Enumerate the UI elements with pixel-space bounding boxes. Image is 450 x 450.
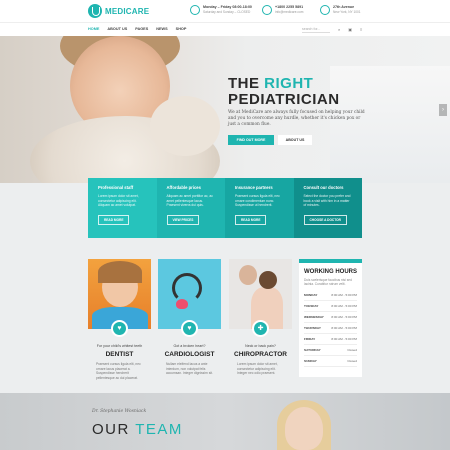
dentist-photo [88, 259, 151, 329]
location-icon [320, 5, 330, 15]
hours-day: FRIDAY [304, 336, 316, 341]
team-title-part1: OUR [92, 421, 136, 438]
feature-text: Select the doctor you prefer and book a … [303, 194, 351, 207]
hero-title-line2: PEDIATRICIAN [228, 91, 340, 108]
feature-title: Professional staff [98, 185, 134, 190]
hours-row: THURSDAY 8:00 AM - 5:00 PM [304, 323, 357, 334]
logo-icon [88, 4, 102, 18]
card-description: Praesent cursus ligula elit, nec ornare … [96, 362, 141, 380]
feature-text: Aliquam ac amet porttitor ac, ac amet pe… [166, 194, 213, 207]
phone-contact: +1800 2255 5891 info@medicare.com [262, 5, 303, 15]
hero-slider [0, 36, 450, 183]
hours-row: SUNDAY Closed [304, 356, 357, 367]
hours-row: SATURDAY Closed [304, 345, 357, 356]
working-hours-title: WORKING HOURS [304, 269, 357, 275]
hero-title-part1: THE [228, 75, 265, 92]
hours-day: TUESDAY [304, 303, 319, 308]
team-title-highlight: TEAM [135, 421, 183, 438]
card-title: DENTIST [105, 351, 134, 358]
nav-item-news[interactable]: NEWS [156, 27, 167, 31]
hours-day: SATURDAY [304, 347, 321, 352]
card-title: CHIROPRACTOR [234, 351, 287, 358]
service-card-chiropractor[interactable]: ✚ Neck or back pain? CHIROPRACTOR Lorem … [229, 259, 292, 375]
feature-insurance-partners: Insurance partners Praesent cursus ligul… [225, 178, 294, 238]
search-icon[interactable]: ⌕ [338, 27, 340, 32]
card-subtitle: For your child's whitest teeth [96, 344, 143, 348]
hours-row: WEDNESDAY 8:00 AM - 5:00 PM [304, 312, 357, 323]
card-description: Lorem ipsum dolor sit amet, consectetur … [237, 362, 278, 375]
logo[interactable]: MEDICARE [88, 4, 149, 18]
feature-title: Consult our doctors [303, 185, 344, 190]
logo-text: MEDICARE [105, 6, 150, 16]
clock-icon [190, 5, 200, 15]
feature-title: Affordable prices [166, 185, 201, 190]
working-hours-description: Duis scelerisque faucibus nisi sed lacin… [304, 278, 352, 287]
hours-row: MONDAY 8:00 AM - 5:00 PM [304, 290, 357, 301]
phone-icon [262, 5, 272, 15]
card-subtitle: Neck or back pain? [245, 344, 276, 348]
cardiologist-photo [158, 259, 221, 329]
address-line2: New York, NY 1001 [333, 10, 361, 14]
hours-time: 8:00 AM - 5:00 PM [331, 325, 357, 330]
nav-item-pages[interactable]: PAGES [135, 27, 148, 31]
hero-description: We at MediCare are always fully focused … [228, 110, 365, 127]
slider-next-arrow-icon[interactable]: › [439, 104, 447, 116]
service-card-dentist[interactable]: ♥ For your child's whitest teeth DENTIST… [88, 259, 151, 380]
about-us-button[interactable]: ABOUT US [278, 135, 312, 145]
hours-time: 8:00 AM - 5:00 PM [331, 292, 357, 297]
working-hours-widget: WORKING HOURS Duis scelerisque faucibus … [299, 259, 362, 377]
feature-text: Lorem ipsum dolor sit amet, consectetur … [98, 194, 139, 207]
find-out-more-button[interactable]: FIND OUT MORE [228, 135, 274, 145]
spine-icon: ✚ [252, 320, 269, 337]
hours-day: WEDNESDAY [304, 314, 324, 319]
chiropractor-photo [229, 259, 292, 329]
hours-day: SUNDAY [304, 358, 317, 363]
email-address[interactable]: info@medicare.com [275, 10, 303, 15]
top-header: MEDICARE Monday – Friday 08:00-18:00 Sat… [0, 0, 450, 22]
hours-contact: Monday – Friday 08:00-18:00 Saturday and… [190, 5, 252, 15]
hero-title-highlight: RIGHT [264, 75, 314, 92]
hours-day: THURSDAY [304, 325, 321, 330]
card-title: CARDIOLOGIST [164, 351, 215, 358]
hours-row: FRIDAY 8:00 AM - 5:00 PM [304, 334, 357, 345]
hours-day: MONDAY [304, 292, 318, 297]
card-subtitle: Got a broken heart? [173, 344, 206, 348]
hours-time: 8:00 AM - 5:00 PM [331, 314, 357, 319]
search-input[interactable]: search for... [302, 26, 330, 33]
nav-item-home[interactable]: HOME [88, 27, 99, 31]
hours-time: Closed [347, 347, 357, 352]
menu-icon[interactable]: ≡ [360, 27, 362, 32]
feature-professional-staff: Professional staff Lorem ipsum dolor sit… [88, 178, 157, 238]
read-more-button[interactable]: READ MORE [235, 215, 267, 225]
heart-icon: ♥ [181, 320, 198, 337]
choose-doctor-button[interactable]: CHOOSE A DOCTOR [303, 215, 347, 225]
nav-item-shop[interactable]: SHOP [176, 27, 187, 31]
feature-affordable-prices: Affordable prices Aliquam ac amet portti… [156, 178, 225, 238]
hours-time: 8:00 AM - 5:00 PM [331, 303, 357, 308]
tooth-icon: ♥ [111, 320, 128, 337]
view-prices-button[interactable]: VIEW PRICES [166, 215, 200, 225]
hero-image-teddy-head [150, 96, 220, 156]
location-contact: 27th Avenue New York, NY 1001 [320, 5, 361, 15]
team-section: Dr. Stephanie Wosniack OUR TEAM [0, 393, 450, 450]
feature-title: Insurance partners [235, 185, 273, 190]
nav-item-about[interactable]: ABOUT US [107, 27, 127, 31]
read-more-button[interactable]: READ MORE [98, 215, 130, 225]
hero-title: THE RIGHT [228, 75, 313, 92]
doctor-name: Dr. Stephanie Wosniack [92, 409, 147, 414]
feature-text: Praesent cursus ligula elit, nec ornare … [235, 194, 280, 207]
hours-time: 8:00 AM - 5:00 PM [331, 336, 357, 341]
team-title: OUR TEAM [92, 421, 183, 438]
cart-icon[interactable]: ▣ [348, 27, 352, 32]
doctor-portrait [285, 407, 323, 450]
main-nav: HOME ABOUT US PAGES NEWS SHOP search for… [0, 22, 450, 36]
hours-row: TUESDAY 8:00 AM - 5:00 PM [304, 301, 357, 312]
card-description: Nullam eleifend lacus a ante interdum, n… [166, 362, 213, 375]
feature-boxes: Professional staff Lorem ipsum dolor sit… [88, 178, 362, 238]
feature-consult-doctors: Consult our doctors Select the doctor yo… [293, 178, 362, 238]
hours-contact-line2: Saturday and Sunday – CLOSED [203, 10, 251, 14]
service-card-cardiologist[interactable]: ♥ Got a broken heart? CARDIOLOGIST Nulla… [158, 259, 221, 375]
hours-time: Closed [347, 358, 357, 363]
